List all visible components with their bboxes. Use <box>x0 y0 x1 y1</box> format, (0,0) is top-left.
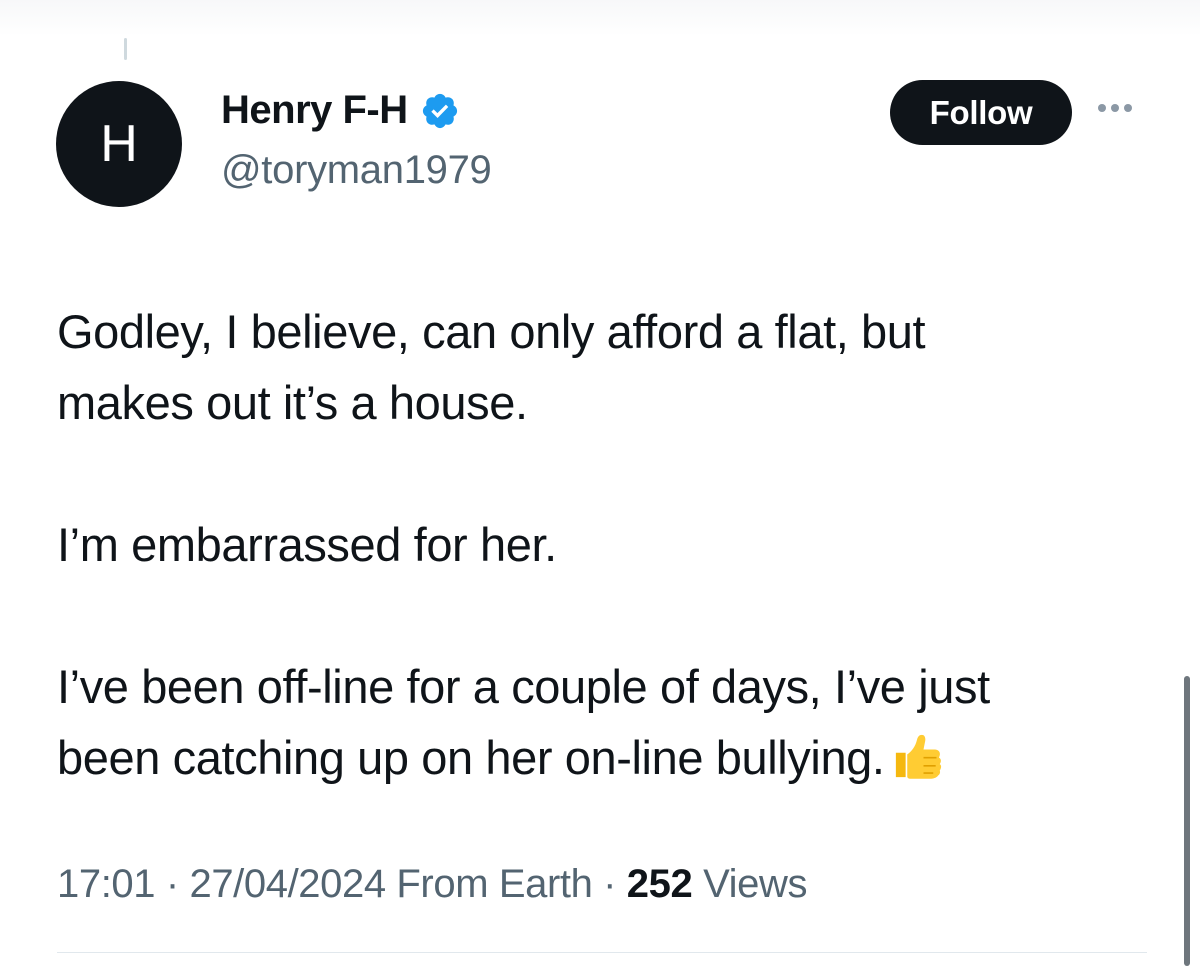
tweet-line: Godley, I believe, can only afford a fla… <box>57 305 926 358</box>
tweet-date[interactable]: 27/04/2024 <box>189 862 386 906</box>
tweet-line: I’ve been off-line for a couple of days,… <box>57 660 990 713</box>
thumbs-up-icon <box>895 734 941 779</box>
more-dot <box>1111 104 1119 112</box>
tweet-time[interactable]: 17:01 <box>57 862 156 906</box>
more-dot <box>1124 104 1132 112</box>
tweet-line-last: been catching up on her on-line bullying… <box>57 722 1157 793</box>
views-count[interactable]: 252 <box>627 862 693 906</box>
verified-badge-icon <box>422 93 457 128</box>
more-dot <box>1098 104 1106 112</box>
user-handle[interactable]: @toryman1979 <box>221 148 492 193</box>
tweet-line: makes out it’s a house. <box>57 376 528 429</box>
more-options-icon[interactable] <box>1098 104 1132 112</box>
meta-separator: · <box>603 862 617 906</box>
tweet-line: I’m embarrassed for her. <box>57 518 557 571</box>
avatar[interactable]: H <box>56 81 182 207</box>
display-name[interactable]: Henry F-H <box>221 88 408 133</box>
author-name-row[interactable]: Henry F-H <box>221 88 460 133</box>
tweet-text: Godley, I believe, can only afford a fla… <box>57 296 1157 793</box>
divider <box>57 952 1147 953</box>
meta-separator: · <box>165 862 179 906</box>
follow-button[interactable]: Follow <box>890 80 1072 145</box>
scrollbar[interactable] <box>1184 676 1190 966</box>
previous-tweet-edge <box>0 0 1200 36</box>
tweet-line-text: been catching up on her on-line bullying… <box>57 731 885 784</box>
thread-connector-line <box>124 38 127 60</box>
tweet-meta: 17:01 · 27/04/2024 From Earth · 252 View… <box>57 862 807 907</box>
tweet-location: From Earth <box>396 862 593 906</box>
views-label: Views <box>703 862 808 906</box>
avatar-letter: H <box>100 115 138 173</box>
